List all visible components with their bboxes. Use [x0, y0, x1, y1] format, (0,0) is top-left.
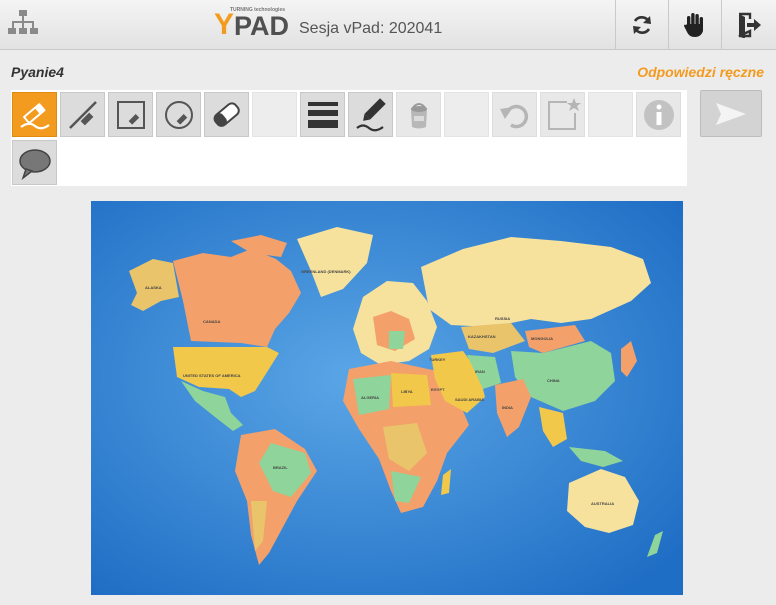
logo-pad: PAD	[234, 11, 290, 41]
map-label-canada: CANADA	[203, 319, 220, 324]
raise-hand-button[interactable]	[668, 0, 721, 49]
line-icon	[68, 100, 97, 129]
toolbar-spacer	[588, 92, 633, 137]
map-label-india: INDIA	[502, 405, 513, 410]
tool-panel	[11, 90, 687, 186]
map-label-saudi: SAUDI ARABIA	[455, 397, 484, 402]
hand-raise-icon	[684, 12, 703, 37]
eraser-tool[interactable]	[204, 92, 249, 137]
send-button[interactable]	[700, 90, 762, 137]
line-width-icon	[307, 101, 338, 128]
question-title: Pyanie4	[11, 64, 64, 80]
rectangle-tool[interactable]	[108, 92, 153, 137]
comment-icon	[18, 148, 51, 180]
add-note-button[interactable]	[540, 92, 585, 137]
map-label-egypt: EGYPT	[431, 387, 445, 392]
answer-mode-label: Odpowiedzi ręczne	[637, 64, 764, 80]
circle-tool[interactable]	[156, 92, 201, 137]
pen-color-tool[interactable]	[348, 92, 393, 137]
toolbar-spacer	[444, 92, 489, 137]
info-icon	[643, 99, 674, 130]
session-label: Sesja vPad: 202041	[299, 20, 443, 37]
map-label-usa: UNITED STATES OF AMERICA	[183, 373, 241, 378]
circle-icon	[164, 100, 193, 129]
send-icon	[716, 102, 746, 125]
world-map-image[interactable]: GREENLAND (DENMARK) ALASKA CANADA UNITED…	[91, 201, 683, 595]
fill-bucket-icon	[410, 102, 427, 128]
undo-button[interactable]	[492, 92, 537, 137]
map-label-australia: AUSTRALIA	[591, 501, 614, 506]
eraser-icon	[213, 101, 240, 127]
exit-icon	[738, 12, 761, 38]
refresh-icon	[633, 15, 651, 34]
exit-button[interactable]	[721, 0, 776, 49]
network-icon[interactable]	[8, 9, 38, 39]
rectangle-icon	[116, 100, 145, 129]
undo-icon	[499, 104, 528, 128]
map-label-iran: IRAN	[475, 369, 485, 374]
line-width-tool[interactable]	[300, 92, 345, 137]
map-label-russia: RUSSIA	[495, 316, 510, 321]
top-bar: TURNING technologies Y PAD Sesja vPad: 2…	[0, 0, 776, 50]
map-label-algeria: ALGERIA	[361, 395, 379, 400]
toolbar-spacer	[252, 92, 297, 137]
line-tool[interactable]	[60, 92, 105, 137]
fill-tool[interactable]	[396, 92, 441, 137]
pen-tool[interactable]	[12, 92, 57, 137]
refresh-button[interactable]	[615, 0, 668, 49]
logo-subtext: TURNING technologies	[230, 7, 286, 13]
pen-icon	[19, 102, 50, 129]
logo-y: Y	[214, 8, 235, 41]
map-label-libya: LIBYA	[401, 389, 413, 394]
map-label-turkey: TURKEY	[429, 357, 446, 362]
map-label-alaska: ALASKA	[145, 285, 162, 290]
info-button[interactable]	[636, 92, 681, 137]
map-label-brazil: BRAZIL	[273, 465, 288, 470]
map-label-mongolia: MONGOLIA	[531, 336, 553, 341]
map-label-greenland: GREENLAND (DENMARK)	[301, 269, 351, 274]
comment-tool[interactable]	[12, 140, 57, 185]
add-note-icon	[547, 97, 581, 130]
pen-color-icon	[355, 97, 386, 131]
world-map: GREENLAND (DENMARK) ALASKA CANADA UNITED…	[91, 201, 683, 595]
vpad-logo: TURNING technologies Y PAD	[214, 7, 290, 41]
map-label-kazakhstan: KAZAKHSTAN	[468, 334, 496, 339]
map-label-china: CHINA	[547, 378, 560, 383]
